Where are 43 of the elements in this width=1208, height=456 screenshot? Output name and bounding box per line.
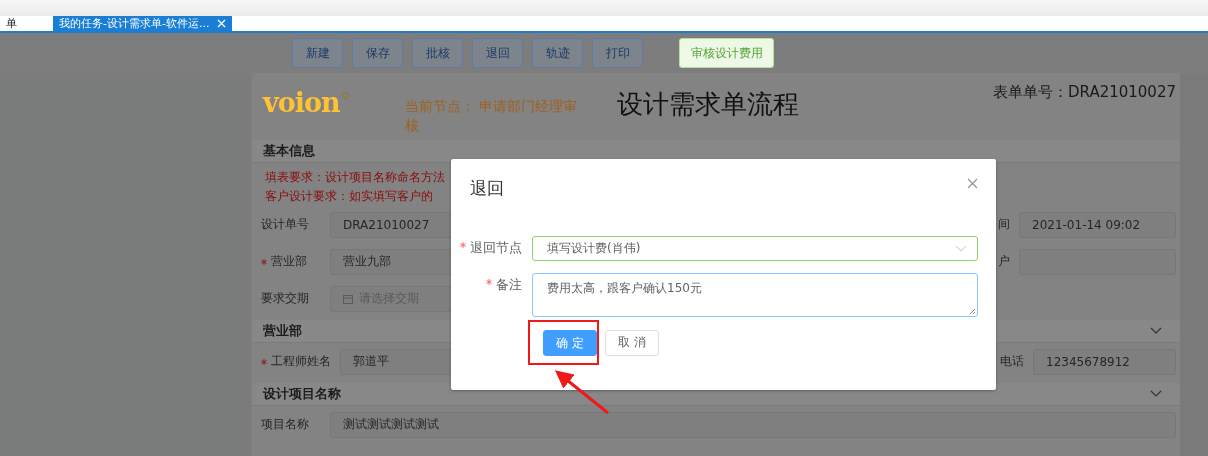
toolbar-button[interactable]: 轨迹 (532, 38, 583, 68)
section-title: 基本信息 (263, 142, 315, 160)
input-field[interactable]: 测试测试测试测试 (330, 411, 1176, 438)
registered-icon (341, 92, 349, 99)
caret-icon (955, 245, 967, 252)
confirm-button[interactable]: 确 定 (543, 330, 597, 356)
remark-field[interactable]: 费用太高，跟客户确认150元 (532, 273, 978, 317)
toolbar-button[interactable]: 批核 (412, 38, 463, 68)
requirement-note: 填表要求：设计项目名称命名方法 (264, 169, 446, 186)
requirement-note: 客户设计要求：如实填写客户的 (264, 188, 434, 205)
cancel-button[interactable]: 取 消 (605, 329, 659, 356)
field-label: 备注 (496, 277, 522, 292)
page-title: 设计需求单流程 (616, 88, 799, 121)
field-label: 退回节点 (470, 240, 522, 255)
toolbar-button[interactable]: 退回 (472, 38, 523, 68)
field-label: 营业部 (271, 253, 307, 270)
chevron-down-icon[interactable] (1150, 327, 1162, 335)
select-field[interactable]: 填写设计费(肖伟) (532, 236, 978, 261)
resize-handle-icon[interactable] (969, 308, 976, 315)
toolbar-button[interactable]: 打印 (592, 38, 643, 68)
calendar-icon (343, 293, 353, 304)
toolbar-button[interactable]: 审核设计费用 (679, 38, 774, 68)
field-label: 要求交期 (261, 290, 309, 307)
input-field[interactable]: 12345678912 (1033, 348, 1176, 375)
close-icon[interactable] (967, 178, 978, 189)
toolbar-button[interactable]: 新建 (292, 38, 343, 68)
field-label: 间 (998, 216, 1011, 233)
field-label: 设计单号 (261, 216, 309, 233)
field-label: 户 (998, 253, 1011, 270)
logo: voion (263, 87, 340, 119)
form-number: 表单单号：DRA21010027 (993, 83, 1176, 103)
toolbar-button[interactable]: 保存 (352, 38, 403, 68)
field-label: 项目名称 (261, 416, 309, 433)
section-title: 营业部 (263, 322, 302, 340)
chevron-down-icon[interactable] (1150, 390, 1162, 398)
field-label: 工程师姓名 (271, 353, 331, 370)
tab[interactable]: 单 (0, 16, 23, 31)
field-label: 电话 (1000, 353, 1025, 370)
input-field[interactable]: 2021-01-14 09:02 (1019, 211, 1176, 238)
tab[interactable]: 我的任务-设计需求单-软件运... (53, 16, 233, 31)
section-title: 设计项目名称 (263, 385, 341, 403)
dialog-title: 退回 (470, 177, 504, 200)
current-node-text: 当前节点： 申请部门经理审核 (404, 97, 579, 135)
